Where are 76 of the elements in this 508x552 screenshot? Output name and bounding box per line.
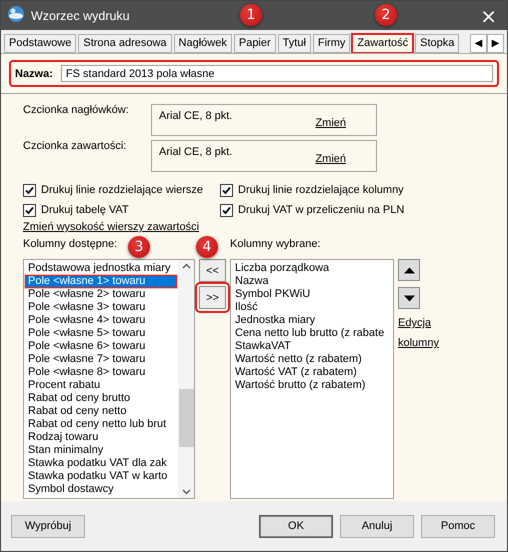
checkbox[interactable] (23, 204, 36, 216)
move-down-button[interactable] (398, 287, 420, 309)
field-label: Nazwa: (15, 68, 53, 80)
list-item[interactable]: Ilość (232, 301, 392, 314)
change-link[interactable]: Zmień (315, 153, 346, 165)
tab-scroll-button[interactable]: ◀ (470, 34, 487, 53)
list-item[interactable]: Pole <własne 4> towaru (25, 314, 177, 327)
checkbox[interactable] (23, 184, 36, 196)
list-item[interactable]: Podstawowa jednostka miary (25, 262, 177, 275)
edit-column-link[interactable]: Edycja kolumny (398, 313, 444, 353)
try-button[interactable]: Wypróbuj (11, 514, 85, 538)
list-item[interactable]: Symbol dostawcy (25, 483, 177, 496)
scroll-down-icon[interactable] (182, 489, 190, 495)
dialog-button[interactable]: Pomoc (421, 514, 495, 538)
down-triangle-icon (404, 294, 414, 302)
list-item[interactable]: Jednostka miary (232, 314, 392, 327)
scroll-thumb[interactable] (179, 389, 194, 447)
tab[interactable]: Nagłówek (174, 34, 232, 53)
list-item[interactable]: Rabat od ceny netto lub brut (25, 418, 177, 431)
tab[interactable]: Firmy (312, 34, 350, 53)
list-item[interactable]: Stawka podatku VAT w karto (25, 470, 177, 483)
list-item[interactable]: Procent rabatu (25, 379, 177, 392)
tab-scroll-button[interactable]: ▶ (487, 34, 504, 53)
tab[interactable]: Papier (234, 34, 276, 53)
tab[interactable]: Podstawowe (4, 34, 76, 53)
tab[interactable]: Tytuł (278, 34, 311, 53)
list-item[interactable]: Stawka podatku VAT dla zak (25, 457, 177, 470)
change-link[interactable]: Zmień (315, 117, 346, 129)
list-item[interactable]: Pole <własne 7> towaru (25, 353, 177, 366)
list-item[interactable]: Wartość brutto (z rabatem) (232, 379, 392, 392)
checkbox-label: Drukuj linie rozdzielające wiersze (41, 184, 204, 196)
checkbox-label: Drukuj tabelę VAT (41, 204, 129, 216)
list-item[interactable]: Rodzaj towaru (25, 431, 177, 444)
dialog-button[interactable]: OK (259, 514, 333, 538)
list-label: Kolumny dostępne: (23, 237, 118, 251)
list-item[interactable]: Pole <własne 1> towaru (25, 275, 177, 288)
move-button[interactable]: << (199, 259, 226, 282)
list-item[interactable]: Stan minimalny (25, 444, 177, 457)
window-title: Wzorzec wydruku (31, 8, 130, 22)
checkbox[interactable] (220, 184, 233, 196)
checkbox-label: Drukuj linie rozdzielające kolumny (238, 184, 404, 196)
list-item[interactable]: Wartość netto (z rabatem) (232, 353, 392, 366)
list-item[interactable]: Symbol PKWiU (232, 288, 392, 301)
dialog-button[interactable]: Anuluj (340, 514, 414, 538)
tab[interactable]: Strona adresowa (78, 34, 172, 53)
move-up-button[interactable] (398, 259, 420, 281)
list-item[interactable]: Pole <własne 8> towaru (25, 366, 177, 379)
available-columns-list[interactable] (23, 259, 195, 499)
list-item[interactable]: Rabat od ceny brutto (25, 392, 177, 405)
app-logo-icon (7, 5, 25, 23)
list-item[interactable]: Liczba porządkowa (232, 262, 392, 275)
list-item[interactable]: Pole <własne 6> towaru (25, 340, 177, 353)
checkbox[interactable] (220, 204, 233, 216)
list-item[interactable]: Pole <własne 3> towaru (25, 301, 177, 314)
font-value: Arial CE, 8 pkt. (159, 110, 232, 122)
list-item[interactable]: Wartość VAT (z rabatem) (232, 366, 392, 379)
list-item[interactable]: Pole <własne 2> towaru (25, 288, 177, 301)
up-triangle-icon (404, 266, 414, 274)
list-item[interactable]: Nazwa (232, 275, 392, 288)
list-label: Kolumny wybrane: (230, 237, 320, 251)
tab[interactable]: Zawartość (352, 34, 414, 53)
list-item[interactable]: StawkaVAT (232, 340, 392, 353)
tab[interactable]: Stopka (415, 34, 460, 53)
checkbox-label: Drukuj VAT w przeliczeniu na PLN (238, 204, 404, 216)
selected-columns-list[interactable]: Liczba porządkowa Nazwa Symbol PKWiU Ilość Jednostka miary Cena netto lub brutto (z rabate StawkaVAT Wartość netto (z rabatem) Wartość VAT (z rabatem) Wartość brutto (z rabatem) (230, 259, 394, 499)
list-item[interactable]: Cena netto lub brutto (z rabate (232, 327, 392, 340)
list-item[interactable]: Rabat od ceny netto (25, 405, 177, 418)
name-field[interactable]: FS standard 2013 pola własne (60, 65, 493, 82)
field-label: Czcionka nagłówków: (23, 104, 130, 118)
close-button[interactable]: × (478, 4, 499, 28)
row-height-link[interactable]: Zmień wysokość wierszy zawartości (23, 221, 200, 233)
scrollbar[interactable] (178, 260, 194, 498)
list-item[interactable]: Pole <własne 5> towaru (25, 327, 177, 340)
scroll-up-icon[interactable] (182, 263, 190, 269)
font-value: Arial CE, 8 pkt. (159, 146, 232, 158)
field-label: Czcionka zawartości: (23, 140, 128, 154)
